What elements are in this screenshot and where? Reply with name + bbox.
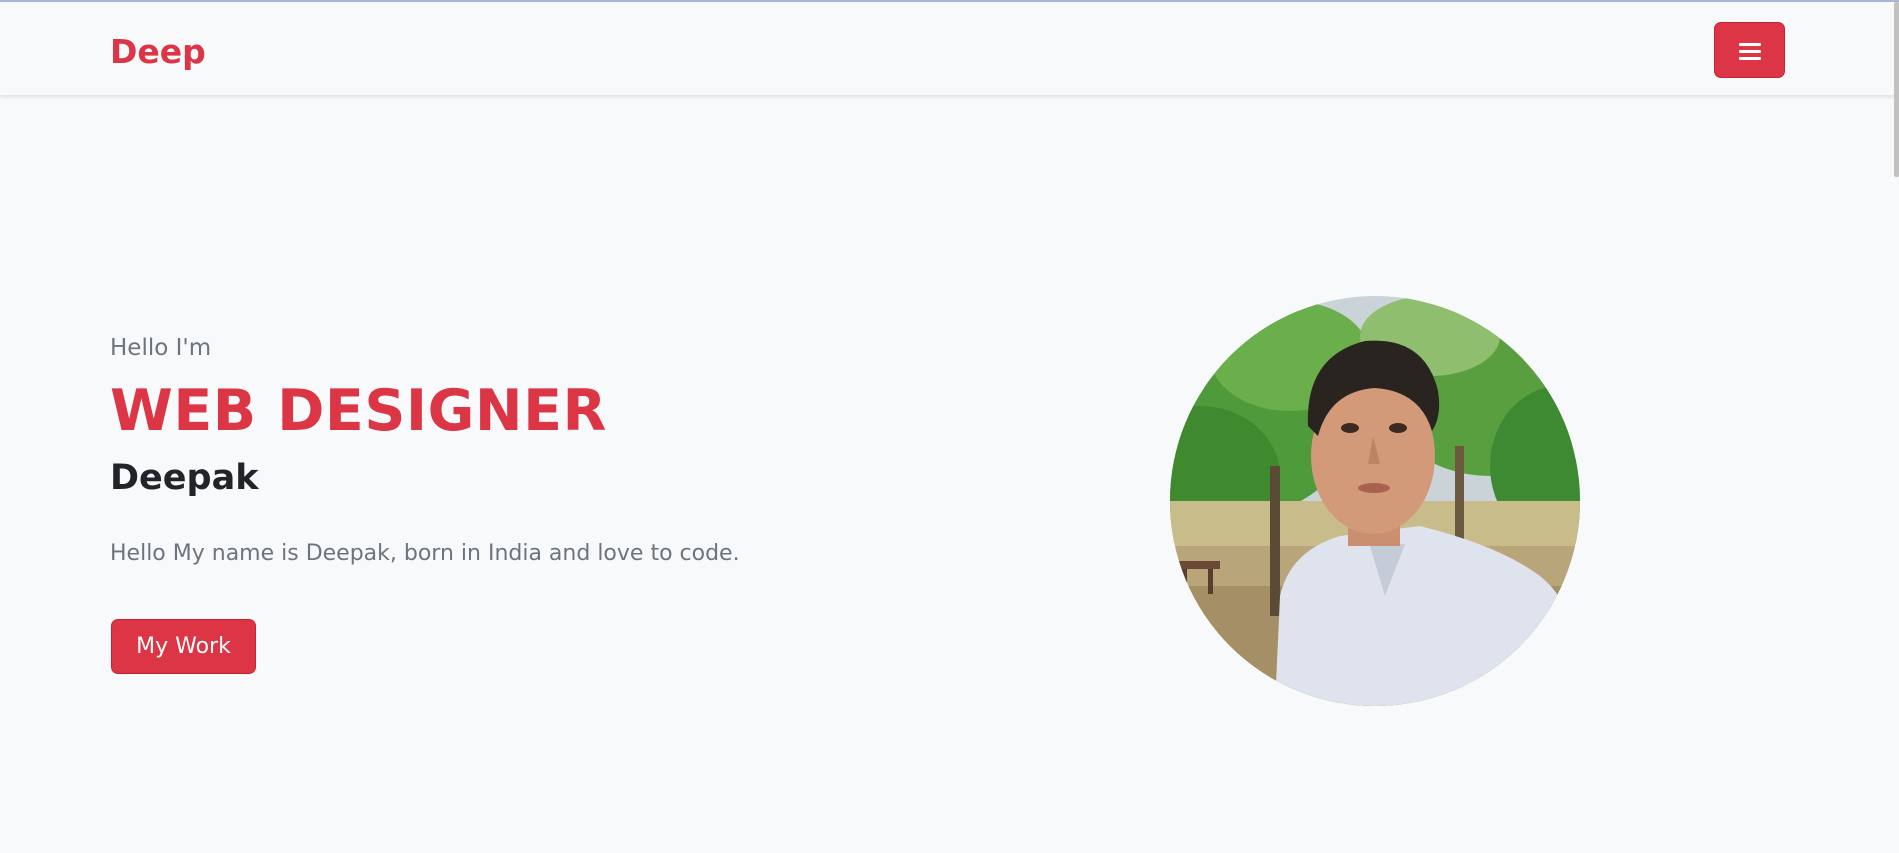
navbar: Deep bbox=[0, 2, 1899, 95]
menu-toggle-button[interactable] bbox=[1714, 22, 1785, 78]
hero-title: WEB DESIGNER bbox=[110, 378, 607, 444]
hero-greeting: Hello I'm bbox=[110, 335, 212, 361]
brand-logo[interactable]: Deep bbox=[110, 30, 206, 74]
my-work-button[interactable]: My Work bbox=[111, 619, 256, 674]
profile-photo bbox=[1170, 296, 1580, 706]
profile-photo-image bbox=[1170, 296, 1580, 706]
scrollbar-thumb[interactable] bbox=[1894, 2, 1899, 177]
hamburger-menu-icon bbox=[1739, 43, 1761, 60]
hero-name: Deepak bbox=[110, 458, 259, 498]
hero-description: Hello My name is Deepak, born in India a… bbox=[110, 541, 740, 566]
